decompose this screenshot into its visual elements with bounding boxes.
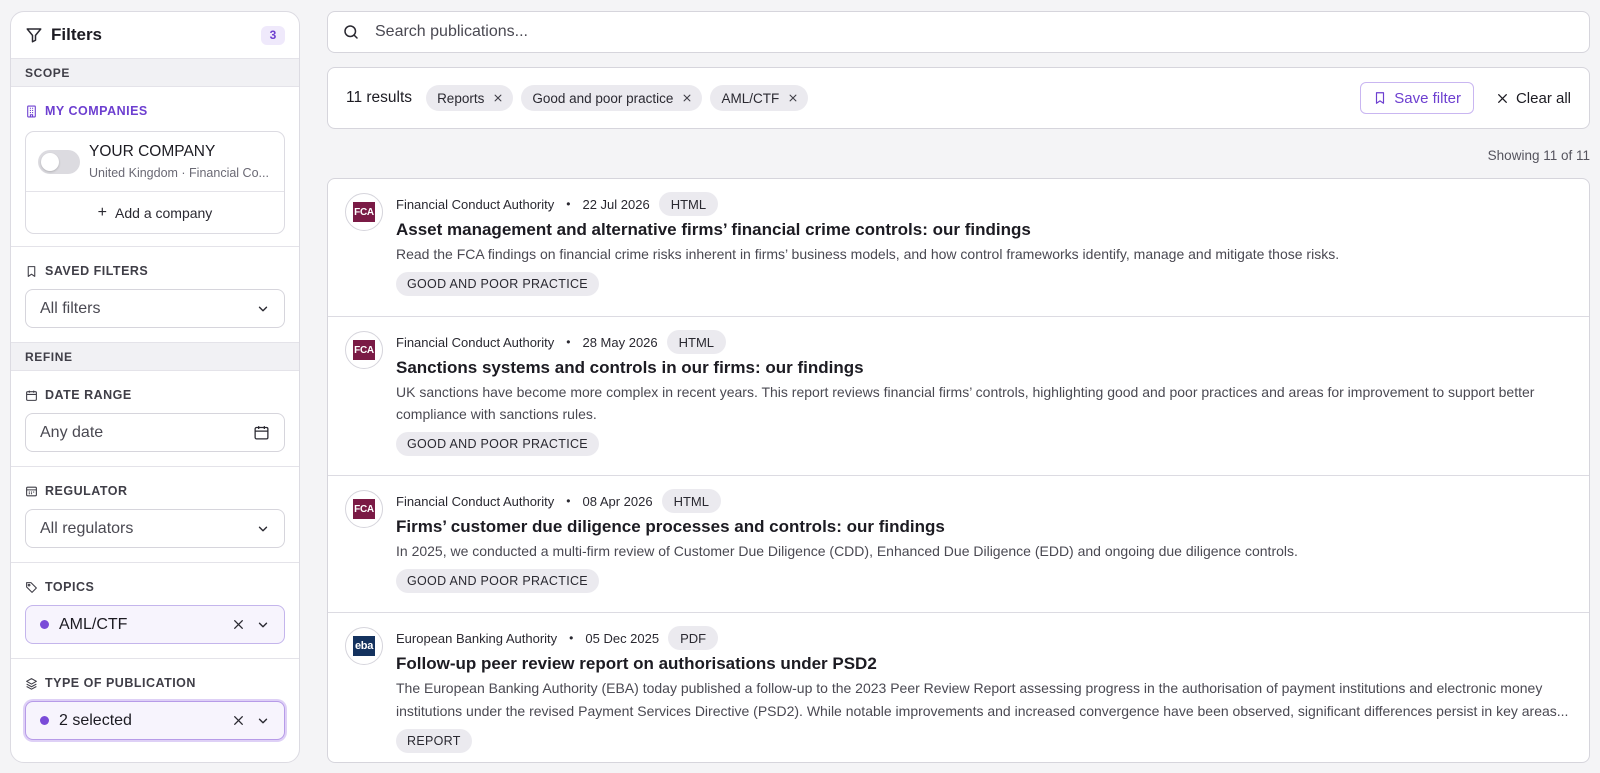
calendar-picker-icon[interactable]	[253, 424, 270, 441]
bookmark-icon	[25, 265, 38, 278]
search-icon	[342, 23, 360, 41]
results-toolbar: 11 results Reports Good and poor practic…	[327, 67, 1590, 129]
company-toggle[interactable]	[38, 149, 80, 174]
tag-icon	[25, 581, 38, 594]
chevron-down-icon	[256, 618, 270, 632]
clear-icon[interactable]	[232, 714, 245, 727]
calendar-icon	[25, 389, 38, 402]
company-name: YOUR COMPANY	[89, 143, 216, 160]
format-badge: HTML	[661, 489, 721, 513]
company-card: YOUR COMPANY United Kingdom · Financial …	[25, 131, 285, 234]
publication-tag: GOOD AND POOR PRACTICE	[396, 569, 599, 593]
filter-icon	[25, 26, 43, 44]
selection-dot	[40, 620, 49, 629]
clear-icon[interactable]	[232, 618, 245, 631]
save-filter-button[interactable]: Save filter	[1360, 82, 1474, 114]
bank-icon	[25, 485, 38, 498]
company-row: YOUR COMPANY United Kingdom · Financial …	[26, 132, 284, 192]
scope-section-header: SCOPE	[11, 59, 299, 87]
remove-chip-icon[interactable]	[682, 93, 692, 103]
regulator-logo: FCA	[345, 490, 383, 528]
publication-type-group: TYPE OF PUBLICATION 2 selected	[11, 659, 299, 762]
search-input[interactable]	[375, 23, 1589, 41]
date-range-label: DATE RANGE	[25, 386, 285, 404]
regulator-select[interactable]: All regulators	[25, 509, 285, 548]
publication-title[interactable]: Follow-up peer review report on authoris…	[396, 652, 1573, 676]
saved-filters-label: SAVED FILTERS	[25, 262, 285, 280]
topics-label: TOPICS	[25, 578, 285, 596]
regulator-label: REGULATOR	[25, 482, 285, 500]
publication-tag: REPORT	[396, 729, 472, 753]
layers-icon	[25, 677, 38, 690]
publication-description: UK sanctions have become more complex in…	[396, 384, 1535, 422]
active-filter-count-badge: 3	[261, 25, 285, 45]
publication-type-label: TYPE OF PUBLICATION	[25, 674, 285, 692]
publication-date: 28 May 2026	[582, 334, 658, 350]
close-icon	[1496, 92, 1509, 105]
filters-sidebar: Filters 3 SCOPE MY COMPANIES YOUR COMPAN…	[10, 11, 300, 763]
publication-item[interactable]: FCA Financial Conduct Authority • 28 May…	[328, 317, 1589, 476]
publication-tag: GOOD AND POOR PRACTICE	[396, 272, 599, 296]
format-badge: HTML	[658, 192, 719, 216]
publication-title[interactable]: Asset management and alternative firms’ …	[396, 218, 1573, 242]
my-companies-label[interactable]: MY COMPANIES	[25, 102, 285, 120]
building-icon	[25, 105, 38, 118]
regulator-logo: FCA	[345, 331, 383, 369]
saved-filters-group: SAVED FILTERS All filters	[11, 247, 299, 343]
format-badge: PDF	[668, 626, 719, 650]
chevron-down-icon	[256, 714, 270, 728]
publication-source: European Banking Authority	[396, 630, 558, 646]
regulator-logo: eba	[345, 627, 383, 665]
topics-select[interactable]: AML/CTF	[25, 605, 285, 644]
filter-chip-aml-ctf: AML/CTF	[710, 85, 809, 111]
publication-description-line-2: institutions under the revised Payment S…	[396, 703, 1569, 719]
date-range-input[interactable]: Any date	[25, 413, 285, 452]
results-count: 11 results	[346, 89, 413, 106]
my-companies-group: MY COMPANIES YOUR COMPANY United Kingdom…	[11, 87, 299, 247]
publication-source: Financial Conduct Authority	[396, 334, 555, 350]
selection-dot	[40, 716, 49, 725]
chevron-down-icon	[256, 522, 270, 536]
format-badge: HTML	[666, 330, 727, 354]
regulator-group: REGULATOR All regulators	[11, 467, 299, 563]
publication-item[interactable]: FCA Financial Conduct Authority • 08 Apr…	[328, 476, 1589, 613]
publication-description: The European Banking Authority (EBA) tod…	[396, 680, 1543, 696]
publication-date: 08 Apr 2026	[582, 493, 653, 509]
publication-source: Financial Conduct Authority	[396, 196, 555, 212]
filters-title: Filters	[51, 25, 103, 44]
publication-source: Financial Conduct Authority	[396, 493, 555, 509]
remove-chip-icon[interactable]	[493, 93, 503, 103]
publication-title[interactable]: Firms’ customer due diligence processes …	[396, 515, 1573, 539]
bookmark-icon	[1373, 91, 1387, 105]
publication-title[interactable]: Sanctions systems and controls in our fi…	[396, 356, 1573, 380]
showing-count: Showing 11 of 11	[1487, 148, 1590, 163]
add-company-button[interactable]: + Add a company	[26, 192, 284, 233]
filter-chip-good-and-poor-practice: Good and poor practice	[521, 85, 703, 111]
publication-tag: GOOD AND POOR PRACTICE	[396, 432, 599, 456]
company-subtitle: United Kingdom · Financial Co...	[89, 166, 269, 180]
publication-date: 22 Jul 2026	[582, 196, 650, 212]
publication-item[interactable]: eba European Banking Authority • 05 Dec …	[328, 613, 1589, 762]
topics-group: TOPICS AML/CTF	[11, 563, 299, 659]
regulator-logo: FCA	[345, 193, 383, 231]
chevron-down-icon	[256, 302, 270, 316]
filter-chip-reports: Reports	[426, 85, 514, 111]
refine-section-header: REFINE	[11, 343, 299, 371]
plus-icon: +	[97, 203, 108, 221]
remove-chip-icon[interactable]	[788, 93, 798, 103]
publication-description: Read the FCA findings on financial crime…	[396, 246, 1340, 262]
publication-item[interactable]: FCA Financial Conduct Authority • 22 Jul…	[328, 179, 1589, 317]
filters-header: Filters 3	[11, 12, 299, 59]
publication-description: In 2025, we conducted a multi-firm revie…	[396, 543, 1298, 559]
publication-list: FCA Financial Conduct Authority • 22 Jul…	[327, 178, 1590, 763]
date-range-group: DATE RANGE Any date	[11, 371, 299, 467]
search-bar	[327, 11, 1590, 53]
clear-all-button[interactable]: Clear all	[1496, 90, 1571, 107]
publication-date: 05 Dec 2025	[585, 630, 660, 646]
publication-type-select[interactable]: 2 selected	[25, 701, 285, 740]
saved-filters-select[interactable]: All filters	[25, 289, 285, 328]
